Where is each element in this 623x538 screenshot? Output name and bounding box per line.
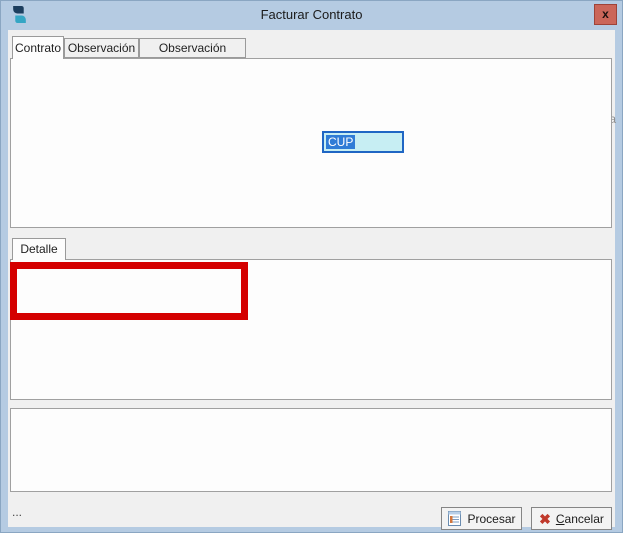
cancel-x-icon: ✖ (539, 512, 551, 526)
cancelar-label: Cancelar (556, 512, 604, 526)
detalle-tab-page (10, 259, 612, 400)
tipo-cbte-selected-text: CUP (326, 135, 355, 149)
footer-ellipsis-text: ... (12, 505, 22, 519)
cancelar-button[interactable]: ✖ Cancelar (531, 507, 612, 530)
process-document-icon (447, 511, 462, 526)
tab-observacion-factura[interactable]: Observación Factura (139, 38, 246, 58)
tab-observacion[interactable]: Observación (64, 38, 139, 58)
app-logo-icon (10, 5, 29, 24)
tipo-cbte-input[interactable]: CUP (322, 131, 404, 153)
close-icon[interactable]: x (594, 4, 617, 25)
procesar-label: Procesar (467, 512, 515, 526)
facturar-contrato-dialog: Facturar Contrato x Contrato Observación… (0, 0, 623, 538)
options-group (10, 408, 612, 492)
window-title: Facturar Contrato (0, 0, 623, 30)
tab-detalle[interactable]: Detalle (12, 238, 66, 260)
contrato-tab-page (10, 58, 612, 228)
tab-contrato[interactable]: Contrato (12, 36, 64, 59)
procesar-button[interactable]: Procesar (441, 507, 522, 530)
